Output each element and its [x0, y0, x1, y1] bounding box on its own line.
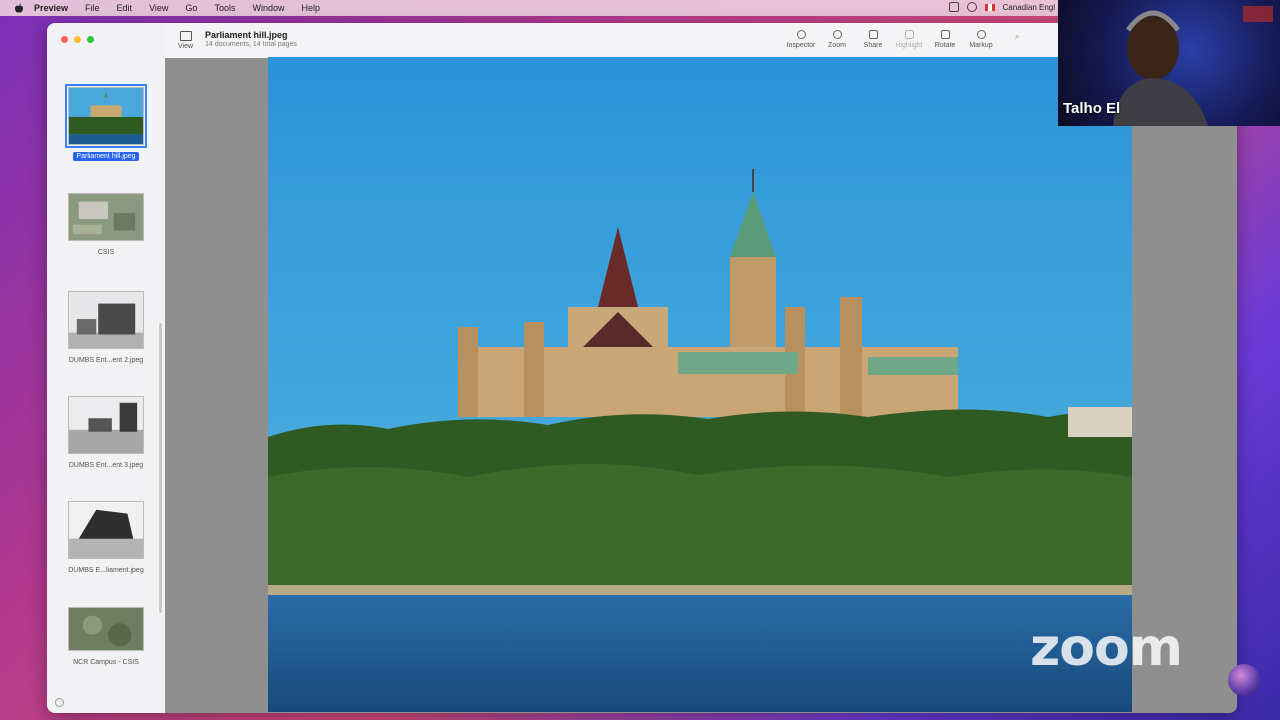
thumbnail-item[interactable]: DUMBS Ent...ent 2.jpeg — [47, 291, 165, 367]
document-subtitle: 14 documents, 14 total pages — [205, 41, 297, 48]
tool-label: Highlight — [895, 42, 923, 49]
thumbnail-entrance-3[interactable] — [68, 396, 144, 454]
sidebar-options-icon[interactable] — [55, 698, 64, 707]
menu-edit[interactable]: Edit — [117, 3, 133, 13]
tool-label: Rotate — [934, 42, 956, 49]
inspector-button[interactable]: Inspector — [783, 30, 819, 49]
tool-label: Zoom — [828, 42, 846, 49]
thumbnail-item[interactable]: Parliament hill.jpeg — [47, 84, 165, 163]
thumbnail-label: CSIS — [97, 249, 115, 256]
info-icon — [796, 30, 806, 39]
parliament-hill-photo[interactable] — [268, 57, 1132, 712]
document-title[interactable]: Parliament hill.jpeg — [205, 30, 297, 40]
rotate-button[interactable]: Rotate — [927, 30, 963, 49]
apple-menu-icon[interactable] — [14, 3, 24, 13]
menu-window[interactable]: Window — [252, 3, 284, 13]
thumbnail-label: DUMBS E...liament.jpeg — [68, 567, 144, 574]
control-center-icon[interactable] — [966, 2, 977, 12]
tool-label: Markup — [969, 42, 993, 49]
webcam-overlay: Talho El — [1058, 0, 1280, 126]
toolbar-tools: Inspector Zoom Share Highlight Rotate Ma… — [783, 30, 999, 49]
highlight-button[interactable]: Highlight — [891, 30, 927, 49]
title-block: Parliament hill.jpeg 14 documents, 14 to… — [205, 30, 297, 48]
menu-tools[interactable]: Tools — [214, 3, 235, 13]
thumbnail-parliament[interactable] — [65, 84, 147, 148]
window-controls — [61, 36, 94, 43]
tool-label: Share — [863, 42, 883, 49]
markup-icon — [976, 30, 986, 39]
thumbnail-sidebar: Parliament hill.jpeg CSIS DUMBS Ent...en… — [47, 23, 166, 713]
input-source-label[interactable]: Canadian Engl — [1003, 3, 1055, 12]
search-icon[interactable]: ⌕ — [1015, 32, 1019, 42]
thumbnail-map[interactable] — [68, 607, 144, 651]
sidebar-scrollbar[interactable] — [159, 323, 162, 613]
user-avatar[interactable] — [1228, 664, 1260, 696]
thumbnail-item[interactable]: CSIS — [47, 193, 165, 259]
menu-app-name[interactable]: Preview — [34, 3, 68, 13]
minimize-button[interactable] — [74, 36, 81, 43]
highlight-icon — [904, 30, 914, 39]
fullscreen-button[interactable] — [87, 36, 94, 43]
close-button[interactable] — [61, 36, 68, 43]
menu-help[interactable]: Help — [301, 3, 320, 13]
menu-go[interactable]: Go — [185, 3, 197, 13]
rotate-icon — [940, 30, 950, 39]
screen-share-icon[interactable] — [948, 2, 959, 12]
thumbnail-item[interactable]: DUMBS Ent...ent 3.jpeg — [47, 396, 165, 472]
view-menu-button[interactable]: View — [178, 31, 193, 50]
thumbnail-label: DUMBS Ent...ent 3.jpeg — [68, 462, 144, 469]
canada-flag-icon[interactable] — [984, 3, 995, 11]
thumbnail-label: DUMBS Ent...ent 2.jpeg — [68, 357, 144, 364]
zoom-button[interactable]: Zoom — [819, 30, 855, 49]
sidebar-toggle-icon — [179, 31, 192, 41]
view-label: View — [178, 43, 194, 50]
thumbnail-bunker[interactable] — [68, 501, 144, 559]
thumbnail-item[interactable]: NCR Campus - CSIS — [47, 607, 165, 669]
menu-view[interactable]: View — [149, 3, 168, 13]
thumbnail-label: Parliament hill.jpeg — [73, 152, 139, 161]
markup-button[interactable]: Markup — [963, 30, 999, 49]
zoom-logo: zoom — [1030, 618, 1183, 678]
tool-label: Inspector — [786, 42, 816, 49]
thumbnail-aerial[interactable] — [68, 193, 144, 241]
share-icon — [868, 30, 878, 39]
zoom-icon — [832, 30, 842, 39]
thumbnail-item[interactable]: DUMBS E...liament.jpeg — [47, 501, 165, 577]
menu-file[interactable]: File — [85, 3, 100, 13]
webcam-participant-name: Talho El — [1063, 100, 1121, 117]
thumbnail-label: NCR Campus - CSIS — [73, 659, 139, 666]
share-button[interactable]: Share — [855, 30, 891, 49]
menubar-status-area: Canadian Engl — [948, 2, 1055, 12]
thumbnail-entrance-2[interactable] — [68, 291, 144, 349]
